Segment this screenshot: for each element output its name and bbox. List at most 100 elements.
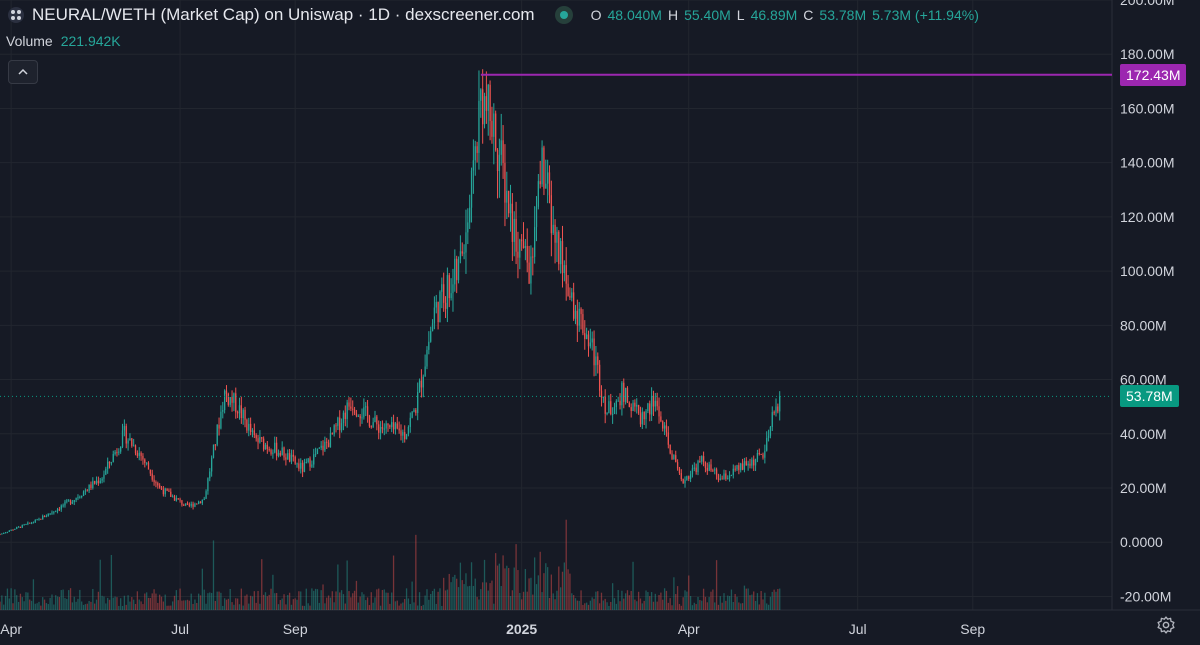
volume-bar <box>0 601 1 610</box>
candle-body <box>580 308 582 315</box>
volume-bar <box>32 579 35 610</box>
candle-body <box>574 310 577 319</box>
volume-bar <box>120 598 122 610</box>
price-chart[interactable]: 200.00M 180.00M 160.00M 140.00M 120.00M 100.0… <box>0 0 1200 645</box>
volume-bar <box>506 565 508 610</box>
x-tick-label: Apr <box>0 621 22 637</box>
volume-bar <box>149 598 152 610</box>
volume-bar <box>229 588 231 610</box>
volume-bar <box>298 591 300 610</box>
volume-bar <box>777 588 779 610</box>
volume-bar <box>482 582 484 610</box>
volume-bar <box>292 599 294 610</box>
candle-body <box>658 406 660 417</box>
candle-body <box>64 501 66 506</box>
candle-body <box>730 474 733 476</box>
volume-bar <box>322 584 324 610</box>
volume-bar <box>435 603 437 610</box>
candle-body <box>79 496 81 498</box>
candle-body <box>422 376 424 388</box>
candle-body <box>626 387 629 403</box>
candle-body <box>14 528 16 530</box>
volume-bar <box>396 600 398 610</box>
volume-bar <box>430 593 432 610</box>
candle-body <box>619 400 621 406</box>
candle-body <box>509 203 512 214</box>
candle-body <box>734 468 736 470</box>
collapse-legend-button[interactable] <box>8 60 38 84</box>
volume-bar <box>443 577 445 610</box>
volume-bar <box>368 605 371 610</box>
volume-bar <box>715 560 718 610</box>
candle-body <box>120 446 122 452</box>
candle-body <box>164 488 166 495</box>
candle-body <box>450 293 452 299</box>
candle-body <box>355 413 358 416</box>
volume-bar <box>125 604 127 610</box>
candle-body <box>649 403 651 415</box>
volume-bar <box>84 604 87 610</box>
candle-body <box>103 474 105 479</box>
volume-bar <box>231 602 233 610</box>
volume-bar <box>346 560 348 610</box>
candle-body <box>636 404 638 407</box>
volume-bar <box>608 605 610 610</box>
candle-body <box>428 341 430 350</box>
candle-body <box>248 423 250 431</box>
gear-icon[interactable] <box>1156 615 1176 635</box>
volume-bar <box>714 602 716 610</box>
volume-bar <box>131 597 133 610</box>
volume-bar <box>270 588 272 610</box>
volume-bar <box>779 588 781 610</box>
candle-body <box>456 258 458 281</box>
volume-bar <box>151 593 153 610</box>
volume-bar <box>665 590 668 610</box>
candle-body <box>236 412 239 414</box>
candle-body <box>43 516 46 518</box>
volume-bar <box>754 600 757 610</box>
volume-bar <box>676 586 679 610</box>
volume-bar <box>628 595 630 610</box>
candle-body <box>645 411 647 420</box>
volume-bar <box>49 597 51 610</box>
volume-bar <box>522 591 525 610</box>
volume-bar <box>207 593 209 610</box>
candle-body <box>327 442 330 448</box>
candle-body <box>84 490 87 492</box>
candle-body <box>272 452 274 454</box>
volume-bar <box>461 580 463 610</box>
volume-bar <box>253 591 255 610</box>
volume-bar <box>121 605 124 610</box>
candle-body <box>431 323 434 332</box>
volume-bar <box>64 598 66 610</box>
candle-body <box>606 412 608 414</box>
candle-body <box>628 402 630 408</box>
volume-bar <box>355 580 358 610</box>
candle-body <box>58 509 61 511</box>
candle-body <box>413 409 415 412</box>
volume-bar <box>561 571 564 610</box>
candle-body <box>766 437 768 451</box>
candle-body <box>376 416 378 425</box>
volume-bar <box>641 603 643 610</box>
volume-bar <box>578 600 580 610</box>
volume-bar <box>548 598 551 610</box>
volume-bar <box>56 596 59 610</box>
candle-body <box>415 409 417 413</box>
candle-body <box>457 259 460 281</box>
volume-bar <box>133 599 135 610</box>
volume-bar <box>517 570 519 610</box>
volume-bar <box>546 567 549 610</box>
candle-body <box>632 402 634 411</box>
volume-bar <box>160 596 163 610</box>
candle-body <box>712 470 714 472</box>
volume-bar <box>483 559 486 610</box>
volume-bar <box>162 601 165 610</box>
candle-body <box>340 423 343 431</box>
candle-body <box>229 397 231 405</box>
volume-bar <box>463 584 465 610</box>
volume-bar <box>704 596 707 610</box>
candle-body <box>572 292 575 319</box>
candle-body <box>764 450 766 458</box>
volume-bar <box>164 594 166 610</box>
